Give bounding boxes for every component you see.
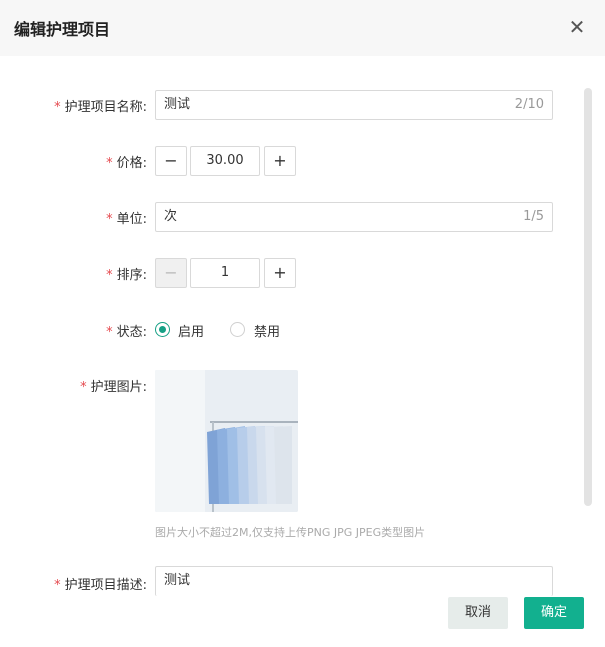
clothes-rack-image — [155, 370, 298, 512]
edit-care-item-dialog: 编辑护理项目 ✕ * 护理项目名称: 测试 2/10 * 价格: − 30.00 +… — [0, 0, 605, 647]
status-disabled-label[interactable]: 禁用 — [254, 321, 280, 340]
confirm-button[interactable]: 确定 — [524, 597, 584, 629]
name-counter: 2/10 — [514, 97, 544, 112]
sort-increment-button[interactable]: + — [264, 258, 296, 288]
required-mark: * — [106, 212, 113, 227]
image-upload-hint: 图片大小不超过2M,仅支持上传PNG JPG JPEG类型图片 — [155, 526, 426, 539]
dialog-title: 编辑护理项目 — [14, 20, 111, 39]
description-textarea[interactable]: 测试 — [155, 566, 553, 596]
required-mark: * — [54, 578, 61, 593]
status-enabled-label[interactable]: 启用 — [178, 321, 204, 340]
name-input[interactable]: 测试 2/10 — [155, 90, 553, 120]
required-mark: * — [106, 268, 113, 283]
unit-label: * 单位: — [106, 212, 147, 227]
form-scrollbar[interactable] — [584, 88, 592, 506]
sort-label: * 排序: — [106, 268, 147, 283]
status-label: * 状态: — [106, 325, 147, 340]
care-image-thumbnail[interactable] — [155, 370, 298, 512]
unit-counter: 1/5 — [523, 209, 544, 224]
unit-input[interactable]: 次 1/5 — [155, 202, 553, 232]
required-mark: * — [80, 380, 87, 395]
description-label: * 护理项目描述: — [54, 578, 147, 593]
unit-value: 次 — [164, 209, 178, 224]
image-label: * 护理图片: — [80, 380, 147, 395]
price-label: * 价格: — [106, 156, 147, 171]
sort-decrement-button[interactable]: − — [155, 258, 187, 288]
description-value: 测试 — [164, 573, 191, 588]
name-value: 测试 — [164, 97, 191, 112]
required-mark: * — [106, 156, 113, 171]
price-input[interactable]: 30.00 — [190, 146, 260, 176]
dialog-header: 编辑护理项目 ✕ — [0, 0, 605, 56]
status-enabled-radio[interactable] — [155, 322, 170, 337]
sort-input[interactable]: 1 — [190, 258, 260, 288]
price-increment-button[interactable]: + — [264, 146, 296, 176]
name-label: * 护理项目名称: — [54, 100, 147, 115]
status-disabled-radio[interactable] — [230, 322, 245, 337]
required-mark: * — [54, 100, 61, 115]
price-decrement-button[interactable]: − — [155, 146, 187, 176]
close-icon[interactable]: ✕ — [566, 16, 588, 38]
required-mark: * — [106, 325, 113, 340]
cancel-button[interactable]: 取消 — [448, 597, 508, 629]
